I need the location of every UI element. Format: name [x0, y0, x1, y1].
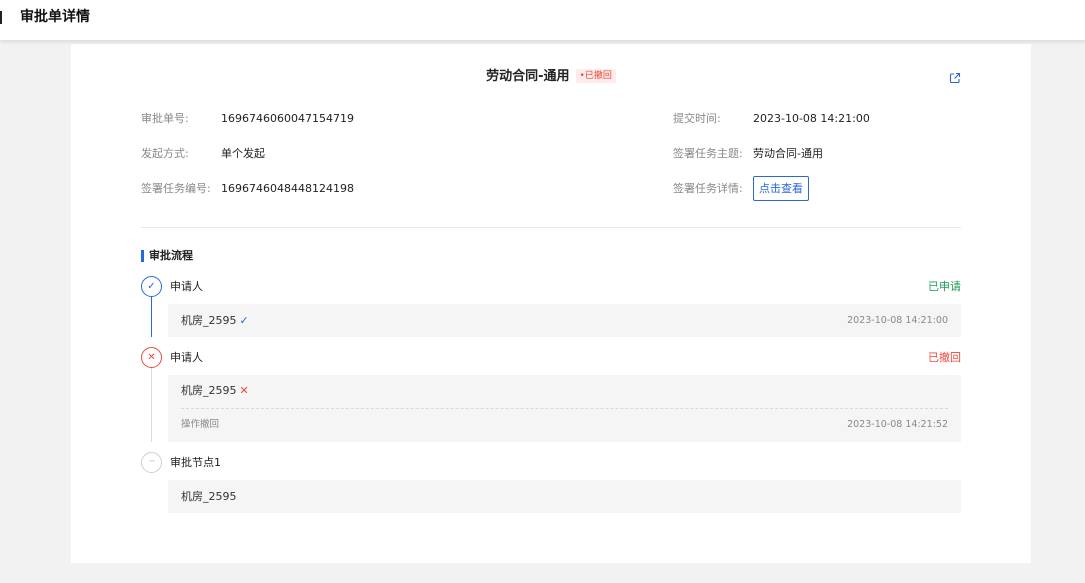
- start-mode-label: 发起方式:: [141, 147, 189, 160]
- node-label: 申请人: [170, 280, 203, 293]
- title-accent-bar: [0, 11, 2, 24]
- flow-connector: [151, 297, 152, 337]
- approver-item: 机房_2595: [181, 490, 237, 504]
- top-bar: 审批单详情: [0, 0, 1085, 40]
- close-icon: ✕: [239, 384, 249, 397]
- check-icon: ✓: [239, 314, 249, 327]
- task-detail-row: 签署任务详情:: [673, 182, 753, 196]
- approval-no-row: 审批单号: 1696746060047154719: [141, 112, 354, 126]
- start-mode-row: 发起方式: 单个发起: [141, 147, 265, 161]
- operation-note: 操作撤回: [181, 419, 220, 430]
- task-no-label: 签署任务编号:: [141, 182, 211, 195]
- dashed-divider: [181, 408, 948, 409]
- approval-no-label: 审批单号:: [141, 112, 189, 125]
- task-no-row: 签署任务编号: 1696746048448124198: [141, 182, 354, 196]
- node-label: 审批节点1: [170, 456, 221, 469]
- start-mode-value: 单个发起: [221, 147, 265, 160]
- page-title: 审批单详情: [20, 9, 90, 25]
- detail-card: 劳动合同-通用 •已撤回 审批单号: 1696746060047154719 提交时…: [71, 44, 1031, 563]
- node-timestamp: 2023-10-08 14:21:52: [847, 419, 948, 430]
- status-badge: •已撤回: [575, 68, 616, 83]
- divider: [141, 227, 961, 228]
- node-detail-box: 机房_2595: [168, 480, 961, 513]
- node-status: 已申请: [928, 280, 961, 293]
- flow-section-title: 审批流程: [141, 250, 193, 262]
- approval-title: 劳动合同-通用: [486, 69, 570, 84]
- close-icon: ✕: [141, 347, 162, 368]
- task-subject-label: 签署任务主题:: [673, 147, 743, 160]
- approval-no-value: 1696746060047154719: [221, 112, 354, 125]
- node-detail-box: 机房_2595 ✓ 2023-10-08 14:21:00: [168, 304, 961, 337]
- submit-time-value: 2023-10-08 14:21:00: [753, 112, 870, 125]
- node-label: 申请人: [170, 351, 203, 364]
- submit-time-label: 提交时间:: [673, 112, 721, 125]
- ellipsis-icon: ···: [141, 452, 162, 473]
- task-subject-value: 劳动合同-通用: [753, 147, 823, 160]
- submit-time-row: 提交时间: 2023-10-08 14:21:00: [673, 112, 870, 126]
- node-status: 已撤回: [928, 351, 961, 364]
- task-detail-label: 签署任务详情:: [673, 182, 743, 195]
- task-no-value: 1696746048448124198: [221, 182, 354, 195]
- approval-header: 劳动合同-通用 •已撤回: [71, 68, 1031, 85]
- node-timestamp: 2023-10-08 14:21:00: [847, 315, 948, 326]
- external-link-icon[interactable]: [949, 72, 961, 84]
- approver-name: 机房_2595: [181, 490, 237, 503]
- check-icon: ✓: [141, 276, 162, 297]
- view-task-detail-button[interactable]: 点击查看: [753, 176, 809, 201]
- task-subject-row: 签署任务主题: 劳动合同-通用: [673, 147, 823, 161]
- node-detail-box: 机房_2595 ✕ 操作撤回 2023-10-08 14:21:52: [168, 375, 961, 442]
- flow-connector: [151, 368, 152, 442]
- approver-name: 机房_2595: [181, 384, 237, 397]
- approver-item: 机房_2595 ✕: [181, 384, 249, 398]
- approver-item: 机房_2595 ✓: [181, 314, 249, 328]
- approver-name: 机房_2595: [181, 314, 237, 327]
